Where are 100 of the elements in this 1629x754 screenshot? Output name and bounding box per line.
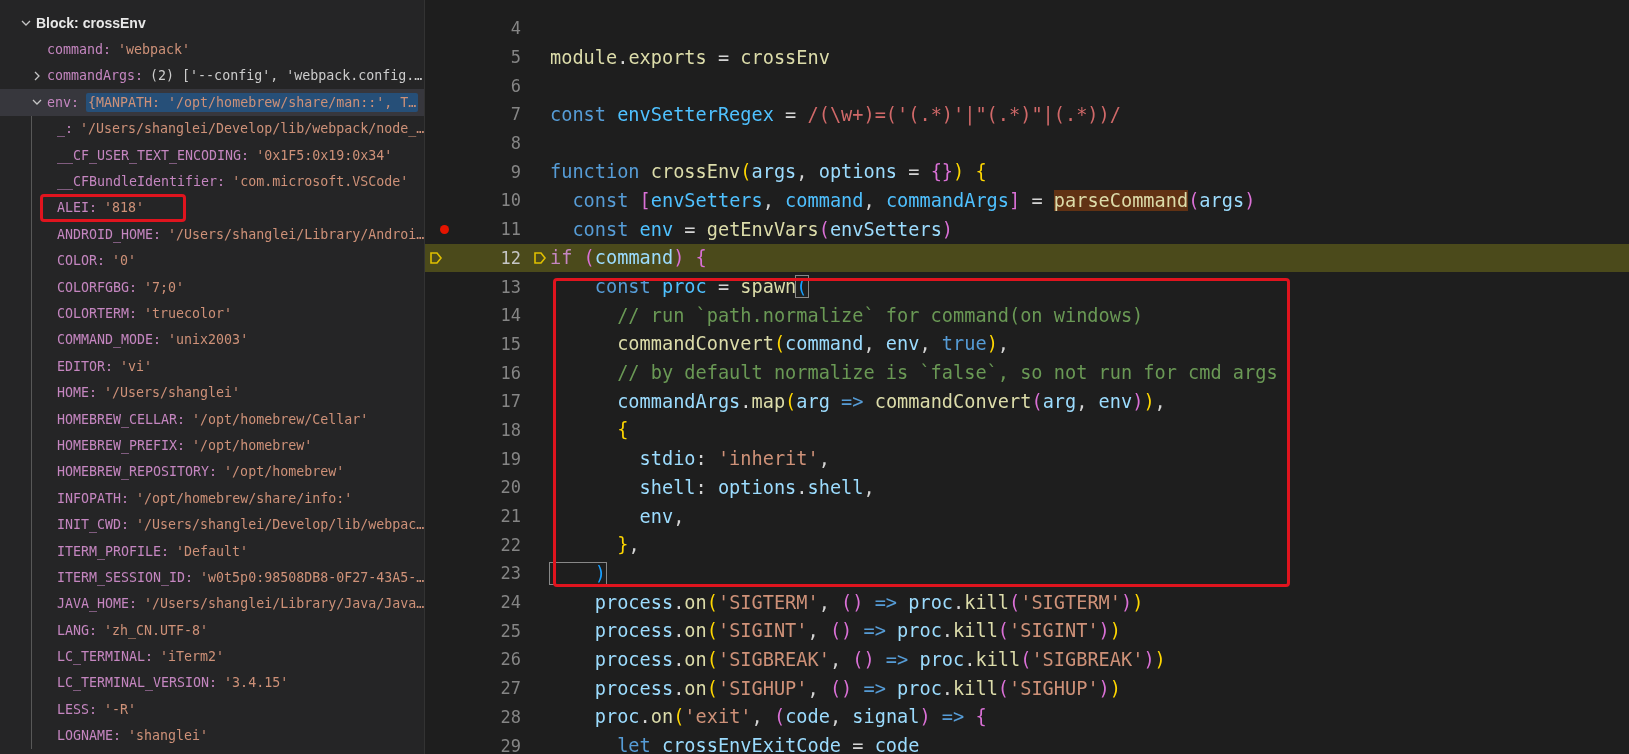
variable-value: '0' [112,253,137,269]
scope-label[interactable]: Block: crossEnv [36,15,146,32]
line-number: 7 [510,104,521,125]
variable-name: ALEI: [57,200,98,216]
code-line: let crossEnvExitCode = code [616,735,920,754]
variable-value: '3.4.15' [224,675,289,691]
variable-value: {MANPATH: '/opt/homebrew/share/man::', T… [86,92,419,112]
line-number: 15 [500,333,521,354]
variable-value: 'webpack' [118,42,191,58]
line-number: 9 [510,161,521,182]
variable-value: '/opt/homebrew/Cellar' [192,411,369,427]
code-line: const [envSetters, command, commandArgs] = parseCommand(args) [571,189,1256,211]
variable-name: HOMEBREW_PREFIX: [57,437,186,453]
variable-name: LANG: [57,622,98,638]
line-number: 27 [500,678,521,699]
line-number: 29 [500,735,521,754]
line-number: 17 [500,391,521,412]
variable-name: HOMEBREW_REPOSITORY: [57,464,218,480]
variable-name: COLORFGBG: [57,279,138,295]
code-line: commandArgs.map(arg => commandConvert(arg, env)), [616,390,1166,412]
line-number: 12 [500,247,521,268]
code-line: { [616,419,629,441]
variable-row[interactable]: commandArgs: (2) ['--config', 'webpack.config.… [0,62,424,90]
variable-value: '818' [104,200,145,216]
variable-name: COLORTERM: [57,306,138,321]
code-line: commandConvert(command, env, true), [616,333,1010,355]
variable-row[interactable]: command: 'webpack' [0,36,424,63]
variable-value: 'Default' [176,543,249,559]
variable-name: COLOR: [57,253,106,269]
line-number: 25 [500,620,521,641]
line-number: 19 [500,448,521,469]
variable-value: '/Users/shanglei' [104,385,241,401]
line-number: 4 [510,18,521,39]
variable-name: commandArgs: [47,68,144,84]
line-number: 6 [510,75,521,96]
code-line: stdio: 'inherit', [638,448,830,470]
variable-value: '/opt/homebrew' [192,437,313,453]
line-number: 16 [500,362,521,383]
variable-name: COMMAND_MODE: [57,332,162,348]
variable-name: _: [57,121,73,137]
variable-name: INFOPATH: [57,490,130,506]
code-line: module.exports = crossEnv [550,46,830,68]
code-line: process.on('SIGHUP', () => proc.kill('SIGHUP')) [593,677,1121,699]
variable-value: '/opt/homebrew/share/info:' [136,490,353,506]
code-line: ) [550,562,606,584]
variable-name: ITERM_SESSION_ID: [57,569,194,585]
line-number: 5 [510,47,521,68]
variable-name: LC_TERMINAL_VERSION: [57,675,218,691]
line-number: 21 [500,506,521,527]
line-number: 10 [500,190,521,211]
variable-value: '0x1F5:0x19:0x34' [256,147,393,163]
code-line: if (command) { [550,247,707,269]
code-line: }, [616,534,640,556]
variable-value: '/Users/shanglei/Develop/lib/webpac… [136,517,425,533]
variable-name: EDITOR: [57,358,114,374]
code-line: // by default normalize is `false`, so not run for cmd args [616,362,1278,384]
code-line: const env = getEnvVars(envSetters) [571,218,954,240]
variable-name: __CF_USER_TEXT_ENCODING: [57,147,250,163]
variable-name: ANDROID_HOME: [57,226,162,242]
variable-name: __CFBundleIdentifier: [57,174,226,190]
line-number: 23 [500,563,521,584]
line-number: 13 [500,276,521,297]
variable-name: LC_TERMINAL: [57,649,154,665]
variable-value: 'com.microsoft.VSCode' [232,174,409,190]
variable-name: INIT_CWD: [57,517,130,533]
code-line: process.on('SIGINT', () => proc.kill('SIGINT')) [593,620,1121,642]
variable-value: '/Users/shanglei/Library/Java/Java… [144,596,425,612]
variable-name: LESS: [57,701,98,717]
variable-value: 'truecolor' [144,306,233,321]
line-number: 20 [500,477,521,498]
line-number: 26 [500,649,521,670]
variable-value: 'vi' [120,358,153,374]
variable-value: (2) ['--config', 'webpack.config.… [150,68,423,84]
code-line: process.on('SIGBREAK', () => proc.kill('SIGBREAK')) [593,648,1166,670]
code-line: function crossEnv(args, options = {}) { [550,161,987,183]
variable-value: '/Users/shanglei/Library/Androi… [168,226,425,242]
line-number: 8 [510,133,521,154]
variable-name: HOMEBREW_CELLAR: [57,411,186,427]
variable-value: '-R' [104,701,137,717]
code-line: env, [638,505,685,527]
variable-name: command: [47,42,112,58]
code-line: proc.on('exit', (code, signal) => { [593,706,987,728]
variable-name: JAVA_HOME: [57,596,138,612]
variable-value: 'zh_CN.UTF-8' [104,622,209,638]
variable-value: 'shanglei' [128,728,209,744]
code-line: process.on('SIGTERM', () => proc.kill('SIGTERM')) [593,591,1144,613]
code-line: const envSetterRegex = /(\w+)=('(.*)'|"(.*)"|(.*))/ [550,103,1121,125]
variable-row[interactable]: env: {MANPATH: '/opt/homebrew/share/man::', T… [0,89,424,116]
variable-value: '/opt/homebrew' [224,464,345,480]
variable-name: env: [47,94,80,110]
line-number: 14 [500,305,521,326]
code-line: // run `path.normalize` for command(on windows) [616,304,1144,326]
line-number: 22 [500,534,521,555]
variable-name: LOGNAME: [57,728,122,744]
variable-value: 'iTerm2' [160,649,225,665]
line-number: 28 [500,706,521,727]
variable-value: 'unix2003' [168,332,249,348]
breakpoint-icon[interactable] [440,224,449,234]
variable-value: '7;0' [144,279,185,295]
variable-value: '/Users/shanglei/Develop/lib/webpack/node_… [80,121,425,137]
